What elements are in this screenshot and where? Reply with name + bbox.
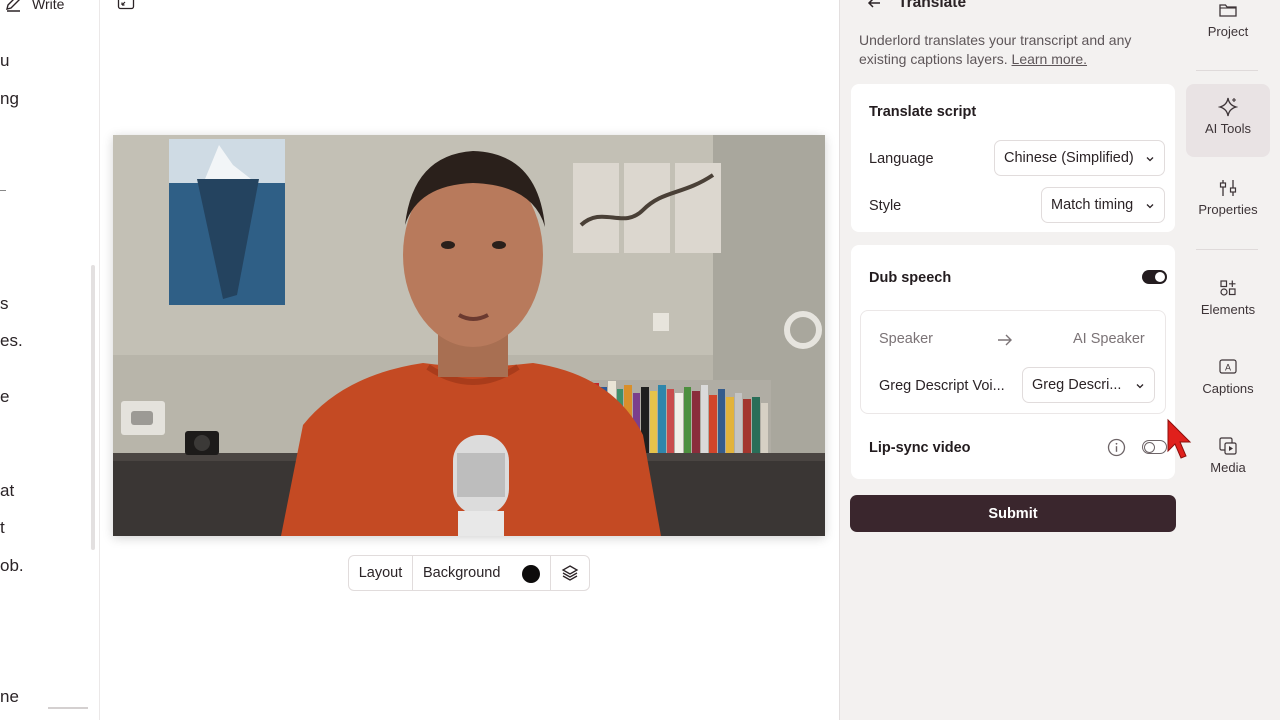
dub-speech-title: Dub speech	[869, 270, 952, 286]
rail-label-elements: Elements	[1200, 302, 1256, 317]
background-color-swatch[interactable]	[522, 565, 540, 583]
rail-label-captions: Captions	[1202, 381, 1254, 396]
shapes-icon	[1220, 280, 1236, 296]
script-bottom-indicator	[48, 707, 88, 709]
learn-more-link[interactable]: Learn more.	[1012, 51, 1087, 67]
media-icon	[1219, 437, 1237, 455]
rail-item-captions[interactable]: A Captions	[1186, 357, 1270, 429]
video-preview[interactable]	[113, 135, 825, 536]
rail-item-ai-tools[interactable]: AI Tools	[1186, 84, 1270, 157]
style-select[interactable]: Match timing	[1041, 187, 1165, 223]
lipsync-video-label: Lip-sync video	[869, 440, 971, 456]
rail-divider	[1196, 249, 1258, 250]
mouse-cursor-icon	[1167, 418, 1192, 459]
script-text-fragment[interactable]: at	[0, 481, 14, 501]
expand-icon[interactable]	[117, 0, 135, 12]
background-button[interactable]: Background	[413, 556, 551, 590]
layers-button[interactable]	[551, 556, 589, 590]
folder-icon	[1219, 4, 1237, 17]
dub-speech-toggle[interactable]	[1142, 270, 1167, 284]
layers-icon	[561, 565, 579, 581]
panel-description-text: Underlord translates your transcript and…	[859, 32, 1132, 67]
ai-speaker-select-value: Greg Descri...	[1032, 377, 1122, 393]
svg-text:A: A	[1225, 363, 1231, 373]
panel-description: Underlord translates your transcript and…	[859, 31, 1159, 69]
rail-label-ai-tools: AI Tools	[1204, 121, 1251, 136]
script-text-fragment[interactable]: ob.	[0, 556, 24, 576]
video-frame-image	[113, 135, 825, 536]
panel-title: Translate	[898, 0, 967, 11]
chevron-down-icon	[1146, 157, 1154, 162]
canvas-toolbar: Layout Background	[348, 555, 590, 591]
script-text-fragment[interactable]: ne	[0, 687, 19, 707]
script-editor-column[interactable]: Write u ng s es. e at t ob. ne	[0, 0, 100, 720]
rail-divider	[1196, 70, 1258, 71]
captions-icon: A	[1219, 359, 1237, 374]
rail-item-properties[interactable]: Properties	[1186, 178, 1270, 250]
lipsync-toggle[interactable]	[1142, 440, 1167, 454]
rail-item-elements[interactable]: Elements	[1186, 278, 1270, 350]
rail-label-media: Media	[1210, 460, 1246, 475]
language-select[interactable]: Chinese (Simplified)	[994, 140, 1165, 176]
script-text-fragment[interactable]: e	[0, 387, 9, 407]
script-scrollbar[interactable]	[91, 265, 95, 550]
arrow-right-icon	[998, 334, 1012, 346]
rail-label-properties: Properties	[1198, 202, 1258, 217]
sliders-icon	[1219, 180, 1237, 196]
layout-button[interactable]: Layout	[349, 556, 413, 590]
rail-item-project[interactable]: Project	[1186, 0, 1270, 72]
ai-speaker-select[interactable]: Greg Descri...	[1022, 367, 1155, 403]
style-label: Style	[869, 198, 902, 214]
ai-speaker-column-header: AI Speaker	[1073, 331, 1145, 347]
submit-button[interactable]: Submit	[850, 495, 1176, 532]
script-divider	[0, 190, 6, 191]
script-text-fragment[interactable]: s	[0, 294, 9, 314]
speaker-column-header: Speaker	[879, 331, 934, 347]
background-button-label: Background	[423, 565, 501, 581]
sparkle-icon	[1218, 97, 1238, 117]
script-text-fragment[interactable]: u	[0, 51, 9, 71]
language-select-value: Chinese (Simplified)	[1004, 150, 1134, 166]
rail-label-project: Project	[1207, 24, 1249, 39]
write-tab-label: Write	[32, 0, 65, 12]
rail-item-media[interactable]: Media	[1186, 436, 1270, 508]
info-icon[interactable]	[1107, 438, 1126, 457]
back-arrow-icon[interactable]	[866, 0, 882, 11]
script-text-fragment[interactable]: ng	[0, 89, 19, 109]
chevron-down-icon	[1136, 384, 1144, 389]
panel-header: Translate	[866, 0, 966, 14]
speaker-name: Greg Descript Voi...	[879, 378, 1005, 394]
write-tab[interactable]: Write	[4, 0, 64, 14]
language-label: Language	[869, 151, 934, 167]
script-text-fragment[interactable]: t	[0, 518, 5, 538]
chevron-down-icon	[1146, 204, 1154, 209]
pen-icon	[6, 0, 20, 12]
script-text-fragment[interactable]: es.	[0, 331, 23, 351]
style-select-value: Match timing	[1051, 197, 1134, 213]
translate-script-title: Translate script	[869, 104, 977, 120]
